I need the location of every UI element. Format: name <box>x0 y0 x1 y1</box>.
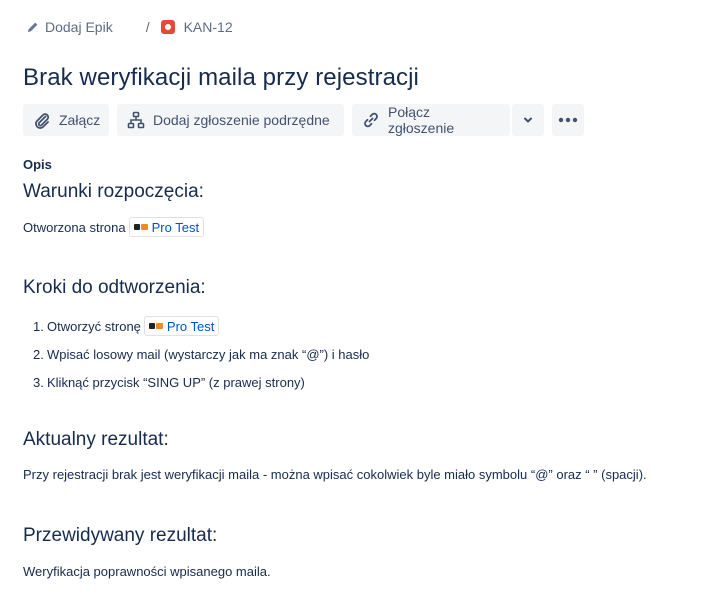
add-child-issue-label: Dodaj zgłoszenie podrzędne <box>153 112 330 128</box>
bug-icon <box>160 20 175 34</box>
list-item: 2. Wpisać losowy mail (wystarczy jak ma … <box>33 340 369 368</box>
step-text: Kliknąć przycisk “SING UP” (z prawej str… <box>47 374 305 390</box>
step-number: 1. <box>33 318 44 334</box>
breadcrumb-issue-key: KAN-12 <box>183 19 233 35</box>
preconditions-heading: Warunki rozpoczęcia: <box>23 181 204 202</box>
breadcrumb: Dodaj Epik / KAN-12 <box>27 19 233 35</box>
pro-test-link[interactable]: Pro Test <box>143 316 220 336</box>
attach-button-label: Załącz <box>59 112 101 128</box>
pro-test-favicon-icon <box>133 224 148 230</box>
hierarchy-icon <box>127 111 145 129</box>
actual-result-heading: Aktualny rezultat: <box>23 429 169 450</box>
chevron-down-icon <box>524 117 532 123</box>
expected-result-heading: Przewidywany rezultat: <box>23 525 218 546</box>
step-text: Otworzyć stronę <box>47 318 141 334</box>
step-text: Wpisać losowy mail (wystarczy jak ma zna… <box>47 346 370 362</box>
pro-test-favicon-icon <box>148 323 163 329</box>
more-actions-button[interactable] <box>552 104 584 136</box>
issue-title[interactable]: Brak weryfikacji maila przy rejestracji <box>23 64 419 92</box>
issue-view: Dodaj Epik / KAN-12 Brak weryfikacji mai… <box>0 0 703 594</box>
paperclip-icon <box>35 113 50 129</box>
description-label: Opis <box>23 157 52 172</box>
add-child-issue-button[interactable]: Dodaj zgłoszenie podrzędne <box>117 104 344 136</box>
preconditions-text-label: Otworzona strona <box>23 219 126 235</box>
breadcrumb-issue[interactable]: KAN-12 <box>160 19 233 35</box>
actual-result-text: Przy rejestracji brak jest weryfikacji m… <box>23 467 647 482</box>
step-number: 3. <box>33 374 44 390</box>
pencil-icon <box>28 22 38 32</box>
issue-toolbar: Załącz Dodaj zgłoszenie podrzędne Połącz… <box>23 104 584 136</box>
list-item: 1. Otworzyć stronę Pro Test <box>33 312 369 340</box>
pro-test-link[interactable]: Pro Test <box>128 217 205 237</box>
link-issue-button[interactable]: Połącz zgłoszenie <box>352 104 510 136</box>
steps-list: 1. Otworzyć stronę Pro Test 2. Wpisać lo… <box>33 312 369 396</box>
breadcrumb-epic-label: Dodaj Epik <box>45 19 113 35</box>
more-icon <box>558 117 578 123</box>
breadcrumb-separator: / <box>145 19 150 35</box>
breadcrumb-epic[interactable]: Dodaj Epik <box>27 19 113 35</box>
pro-test-link-label: Pro Test <box>151 219 200 235</box>
step-number: 2. <box>33 346 44 362</box>
pro-test-link-label: Pro Test <box>166 318 215 334</box>
steps-heading: Kroki do odtworzenia: <box>23 277 206 298</box>
list-item: 3. Kliknąć przycisk “SING UP” (z prawej … <box>33 368 369 396</box>
expected-result-text: Weryfikacja poprawności wpisanego maila. <box>23 564 271 579</box>
preconditions-text: Otworzona strona Pro Test <box>23 217 205 237</box>
attach-button[interactable]: Załącz <box>23 104 109 136</box>
link-issue-dropdown-button[interactable] <box>512 104 544 136</box>
link-issue-label: Połącz zgłoszenie <box>388 104 455 136</box>
link-icon <box>364 112 378 128</box>
